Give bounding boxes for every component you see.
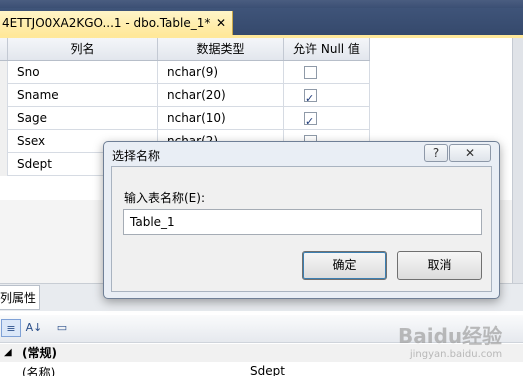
- row-selector[interactable]: [0, 153, 8, 176]
- row-selector[interactable]: [0, 84, 8, 107]
- table-name-input[interactable]: Table_1: [123, 209, 482, 235]
- cell-column-name[interactable]: Sname: [8, 84, 158, 107]
- grid-header: 列名 数据类型 允许 Null 值: [0, 38, 370, 61]
- watermark-main: Baidu经验: [398, 324, 503, 348]
- row-selector[interactable]: [0, 107, 8, 130]
- cell-column-name[interactable]: Sage: [8, 107, 158, 130]
- choose-name-dialog: 选择名称 ? ✕ 输入表名称(E): Table_1 确定 取消: [103, 141, 500, 299]
- property-value[interactable]: Sdept: [250, 364, 285, 376]
- row-selector[interactable]: [0, 61, 8, 84]
- header-selector: [0, 38, 8, 60]
- watermark-sub: jingyan.baidu.com: [409, 349, 503, 360]
- table-name-label: 输入表名称(E):: [124, 191, 205, 205]
- header-column-name: 列名: [8, 38, 158, 60]
- section-label: (常规): [22, 346, 57, 360]
- tab-table-designer[interactable]: 4ETTJO0XA2KGO...1 - dbo.Table_1* ✕: [0, 11, 233, 35]
- header-allow-null: 允许 Null 值: [284, 38, 370, 60]
- sort-alphabetical-icon[interactable]: A↓: [24, 319, 44, 337]
- tab-close-icon[interactable]: ✕: [216, 11, 226, 35]
- header-data-type: 数据类型: [158, 38, 284, 60]
- table-row[interactable]: Sname nchar(20): [0, 84, 370, 107]
- ok-button[interactable]: 确定: [302, 251, 387, 280]
- window-top-bar: [0, 0, 523, 8]
- allow-null-checkbox[interactable]: [304, 110, 317, 129]
- cell-data-type[interactable]: nchar(10): [158, 107, 284, 130]
- cancel-button[interactable]: 取消: [397, 251, 482, 280]
- allow-null-checkbox[interactable]: [304, 87, 317, 106]
- dialog-title: 选择名称: [112, 149, 161, 163]
- help-button[interactable]: ?: [424, 144, 448, 162]
- row-selector[interactable]: [0, 130, 8, 153]
- tab-column-properties[interactable]: 列属性: [0, 285, 40, 310]
- cell-data-type[interactable]: nchar(9): [158, 61, 284, 84]
- tab-title: 4ETTJO0XA2KGO...1 - dbo.Table_1*: [2, 16, 211, 30]
- cell-allow-null: [284, 84, 370, 107]
- vertical-scrollbar[interactable]: [512, 38, 523, 288]
- table-row[interactable]: Sage nchar(10): [0, 107, 370, 130]
- dialog-body: 输入表名称(E): Table_1 确定 取消: [111, 166, 492, 292]
- cell-allow-null: [284, 61, 370, 84]
- cell-allow-null: [284, 107, 370, 130]
- allow-null-checkbox[interactable]: [304, 66, 317, 79]
- close-button[interactable]: ✕: [449, 144, 491, 162]
- collapse-triangle-icon[interactable]: ◢: [4, 344, 12, 362]
- cell-data-type[interactable]: nchar(20): [158, 84, 284, 107]
- property-key: (名称): [22, 366, 56, 376]
- cell-column-name[interactable]: Sno: [8, 61, 158, 84]
- document-tab-strip: 4ETTJO0XA2KGO...1 - dbo.Table_1* ✕: [0, 8, 523, 35]
- table-row[interactable]: Sno nchar(9): [0, 61, 370, 84]
- categorized-icon[interactable]: ≡: [1, 319, 21, 337]
- property-pages-icon[interactable]: ▭: [52, 319, 72, 337]
- baidu-watermark: Baidu经验 jingyan.baidu.com: [398, 320, 502, 360]
